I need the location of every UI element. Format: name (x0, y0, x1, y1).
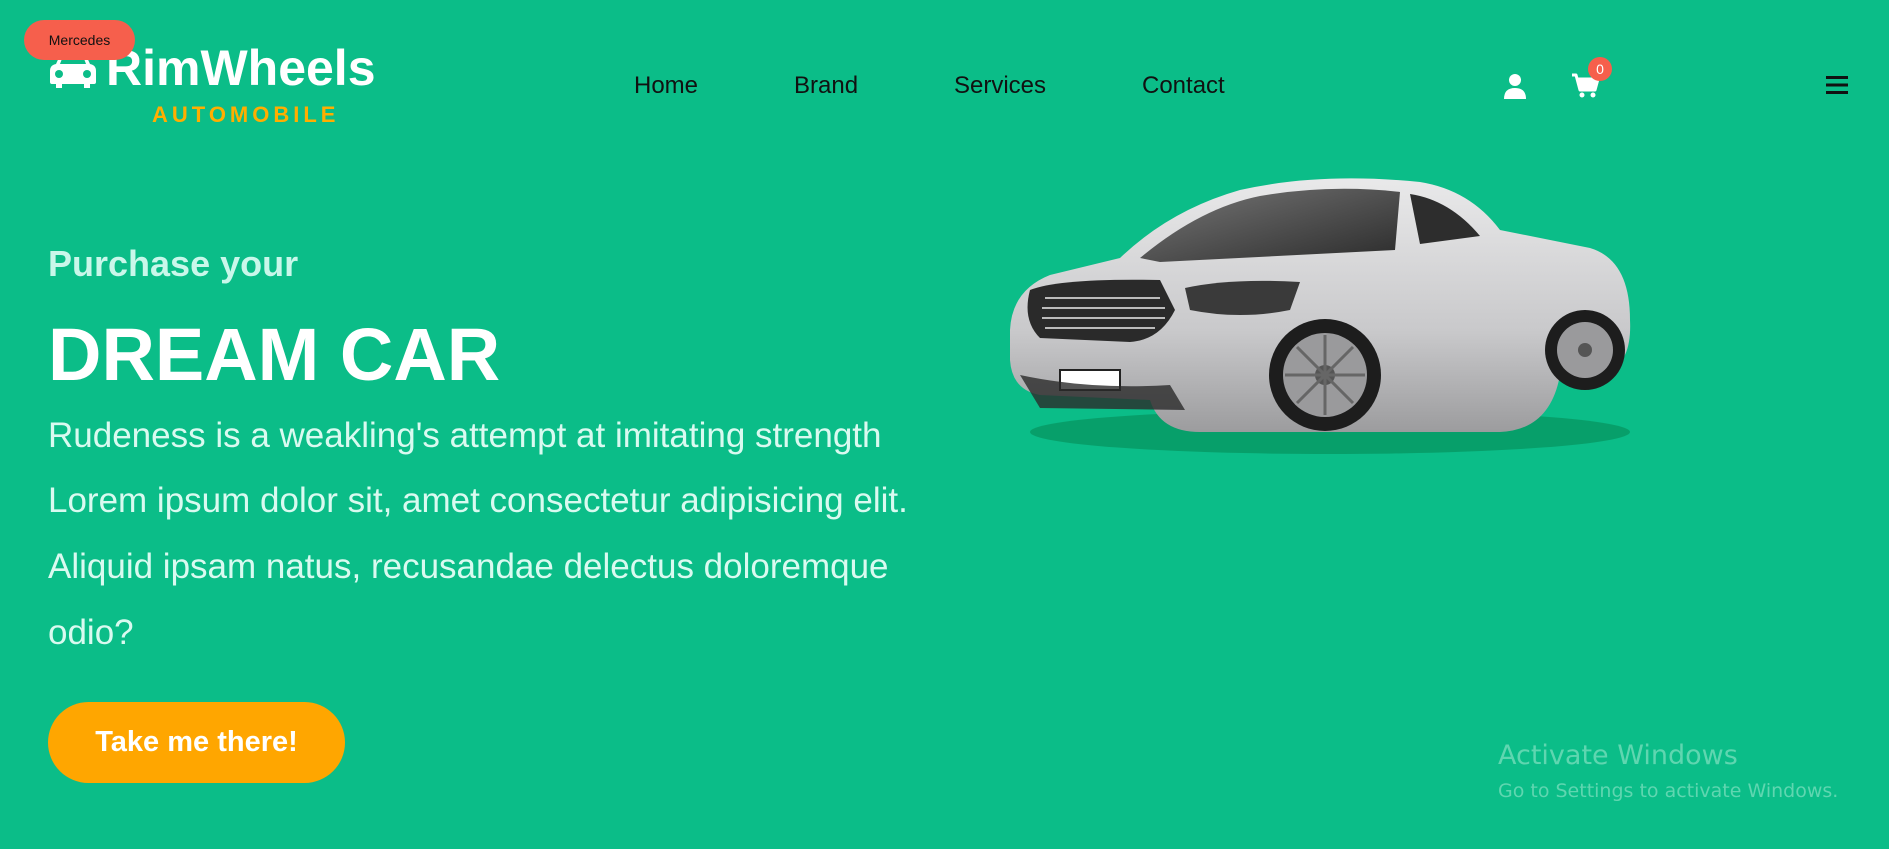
brand-badge[interactable]: Mercedes (24, 20, 135, 60)
nav-services[interactable]: Services (954, 72, 1046, 100)
take-me-there-button[interactable]: Take me there! (48, 702, 345, 783)
cart-count-badge: 0 (1588, 57, 1612, 81)
watermark-title: Activate Windows (1498, 740, 1738, 771)
hero-kicker: Purchase your (48, 243, 299, 284)
user-icon[interactable] (1503, 73, 1527, 99)
hero-description: Lorem ipsum dolor sit, amet consectetur … (48, 481, 908, 652)
watermark-subtitle: Go to Settings to activate Windows. (1498, 780, 1839, 802)
logo-title: RimWheels (106, 40, 376, 96)
nav-contact[interactable]: Contact (1142, 72, 1225, 100)
nav-home[interactable]: Home (634, 72, 698, 100)
hero-tagline: Rudeness is a weakling's attempt at imit… (48, 416, 882, 455)
car-image (1010, 178, 1631, 454)
nav-brand[interactable]: Brand (794, 72, 858, 100)
hero-title: DREAM CAR (48, 313, 501, 396)
logo-subtitle: AUTOMOBILE (152, 102, 340, 127)
hamburger-menu-icon[interactable] (1826, 75, 1848, 95)
